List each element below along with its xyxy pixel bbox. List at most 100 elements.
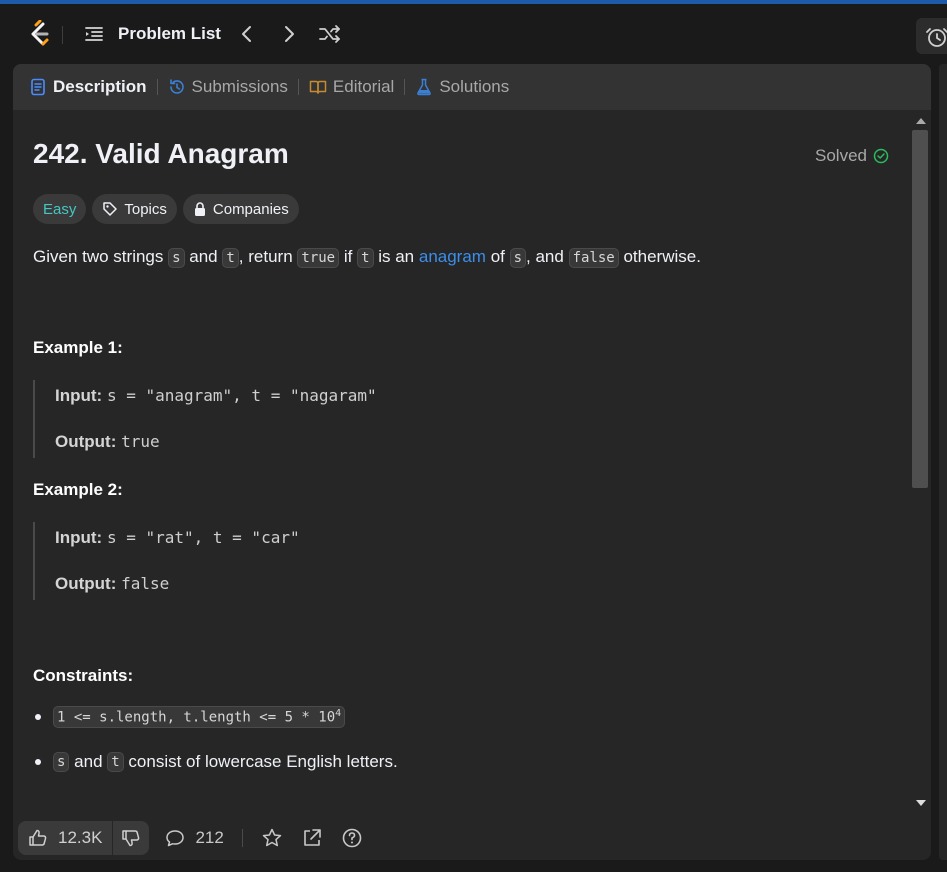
bullet bbox=[35, 759, 41, 765]
dislike-button[interactable] bbox=[113, 821, 149, 855]
input-label: Input: bbox=[55, 386, 103, 405]
desc-text: otherwise. bbox=[618, 247, 701, 266]
constraint-item: 1 <= s.length, t.length <= 5 * 104 bbox=[35, 706, 346, 728]
example-2-output: Output: false bbox=[55, 574, 169, 594]
anagram-link[interactable]: anagram bbox=[419, 247, 486, 266]
tab-solutions-label: Solutions bbox=[439, 77, 510, 96]
constraint-item: s and t consist of lowercase English let… bbox=[35, 752, 398, 772]
example-1-output: Output: true bbox=[55, 432, 160, 452]
likes-count: 12.3K bbox=[58, 828, 103, 847]
inline-code-s: s bbox=[53, 752, 70, 772]
alarm-clock-icon bbox=[926, 28, 947, 47]
topics-chip[interactable]: Topics bbox=[92, 194, 177, 224]
feedback-button[interactable] bbox=[341, 827, 363, 849]
inline-code-t: t bbox=[222, 248, 239, 268]
problem-statement: Given two strings s and t, return true i… bbox=[33, 244, 701, 271]
output-value: true bbox=[121, 432, 160, 451]
inline-code-false: false bbox=[568, 248, 619, 268]
tab-editorial[interactable]: Editorial bbox=[309, 64, 394, 110]
output-label: Output: bbox=[55, 432, 117, 451]
adjacent-panel-edge bbox=[939, 64, 947, 860]
header-divider bbox=[62, 26, 63, 44]
desc-text: is an bbox=[373, 247, 419, 266]
comments-count: 212 bbox=[195, 828, 224, 847]
desc-text: Given two strings bbox=[33, 247, 169, 266]
inline-code-t: t bbox=[107, 752, 124, 772]
desc-text: of bbox=[485, 247, 510, 266]
output-label: Output: bbox=[55, 574, 117, 593]
history-icon bbox=[169, 79, 184, 94]
scroll-down-arrow-icon[interactable] bbox=[916, 800, 926, 806]
companies-label: Companies bbox=[212, 200, 289, 218]
inline-code-s: s bbox=[168, 248, 185, 268]
check-circle-icon bbox=[873, 148, 889, 164]
example-1-heading: Example 1: bbox=[33, 338, 123, 357]
vote-group: 12.3K bbox=[18, 821, 150, 855]
constraint-code: 1 <= s.length, t.length <= 5 * 104 bbox=[53, 706, 346, 728]
solved-label: Solved bbox=[815, 146, 867, 165]
companies-chip[interactable]: Companies bbox=[182, 194, 299, 224]
tab-solutions[interactable]: Solutions bbox=[415, 64, 509, 110]
input-value: s = "rat", t = "car" bbox=[106, 528, 300, 547]
tab-separator bbox=[404, 79, 406, 95]
tab-description[interactable]: Description bbox=[29, 64, 147, 110]
question-circle-icon bbox=[342, 828, 362, 848]
vertical-scrollbar[interactable] bbox=[909, 110, 931, 816]
tab-submissions[interactable]: Submissions bbox=[168, 64, 288, 110]
problem-list-link[interactable]: Problem List bbox=[118, 24, 221, 44]
input-label: Input: bbox=[55, 528, 103, 547]
scrollbar-thumb[interactable] bbox=[912, 130, 928, 488]
shuffle-icon[interactable] bbox=[318, 22, 342, 46]
topics-label: Topics bbox=[124, 200, 167, 218]
panel-tabs: Description Submissions Editorial Soluti… bbox=[13, 64, 931, 110]
example-2-heading: Example 2: bbox=[33, 480, 123, 499]
comment-icon bbox=[166, 830, 185, 847]
constraint-text: and bbox=[69, 752, 108, 771]
desc-text: if bbox=[339, 247, 358, 266]
description-content: 242. Valid Anagram Solved Easy Topics Co… bbox=[13, 110, 909, 816]
inline-code-true: true bbox=[297, 248, 340, 268]
chevron-left-icon[interactable] bbox=[236, 22, 258, 46]
leetcode-logo-icon[interactable] bbox=[26, 20, 52, 48]
tab-description-label: Description bbox=[53, 77, 147, 96]
thumbs-down-icon bbox=[122, 830, 140, 847]
document-icon bbox=[31, 78, 45, 96]
constraint-text: consist of lowercase English letters. bbox=[123, 752, 398, 771]
external-link-icon bbox=[304, 829, 321, 846]
top-navbar: Problem List bbox=[0, 4, 947, 64]
scroll-up-arrow-icon[interactable] bbox=[916, 118, 926, 124]
constraint-exponent: 4 bbox=[335, 708, 342, 719]
constraint-text: 1 <= s.length, t.length <= 5 * 10 bbox=[57, 709, 336, 726]
flask-icon bbox=[417, 78, 432, 96]
favorite-button[interactable] bbox=[261, 827, 283, 849]
tag-chips: Easy Topics Companies bbox=[33, 194, 299, 224]
solved-status: Solved bbox=[815, 146, 889, 166]
example-1-input: Input: s = "anagram", t = "nagaram" bbox=[55, 386, 377, 406]
problem-title[interactable]: 242. Valid Anagram bbox=[33, 138, 289, 170]
star-icon bbox=[262, 828, 282, 847]
tab-separator bbox=[156, 79, 158, 95]
desc-text: , and bbox=[526, 247, 569, 266]
tab-separator bbox=[297, 79, 299, 95]
share-button[interactable] bbox=[301, 827, 323, 849]
thumbs-up-icon bbox=[29, 829, 47, 846]
output-value: false bbox=[121, 574, 170, 593]
chevron-right-icon[interactable] bbox=[278, 22, 300, 46]
constraints-heading: Constraints: bbox=[33, 666, 134, 685]
problem-list-icon[interactable] bbox=[84, 24, 104, 44]
panel-footer: 12.3K 212 bbox=[13, 816, 931, 860]
desc-text: and bbox=[184, 247, 223, 266]
lock-icon bbox=[194, 202, 205, 216]
like-button[interactable]: 12.3K bbox=[18, 821, 112, 855]
footer-divider bbox=[241, 829, 243, 847]
inline-code-s: s bbox=[509, 248, 527, 268]
timer-button[interactable] bbox=[916, 18, 947, 54]
tab-editorial-label: Editorial bbox=[332, 77, 395, 96]
tab-submissions-label: Submissions bbox=[191, 77, 288, 96]
input-value: s = "anagram", t = "nagaram" bbox=[106, 386, 377, 405]
comments-button[interactable]: 212 bbox=[165, 828, 224, 848]
tag-icon bbox=[103, 202, 118, 216]
book-icon bbox=[309, 80, 327, 94]
desc-text: , return bbox=[238, 247, 298, 266]
bullet bbox=[35, 713, 41, 720]
